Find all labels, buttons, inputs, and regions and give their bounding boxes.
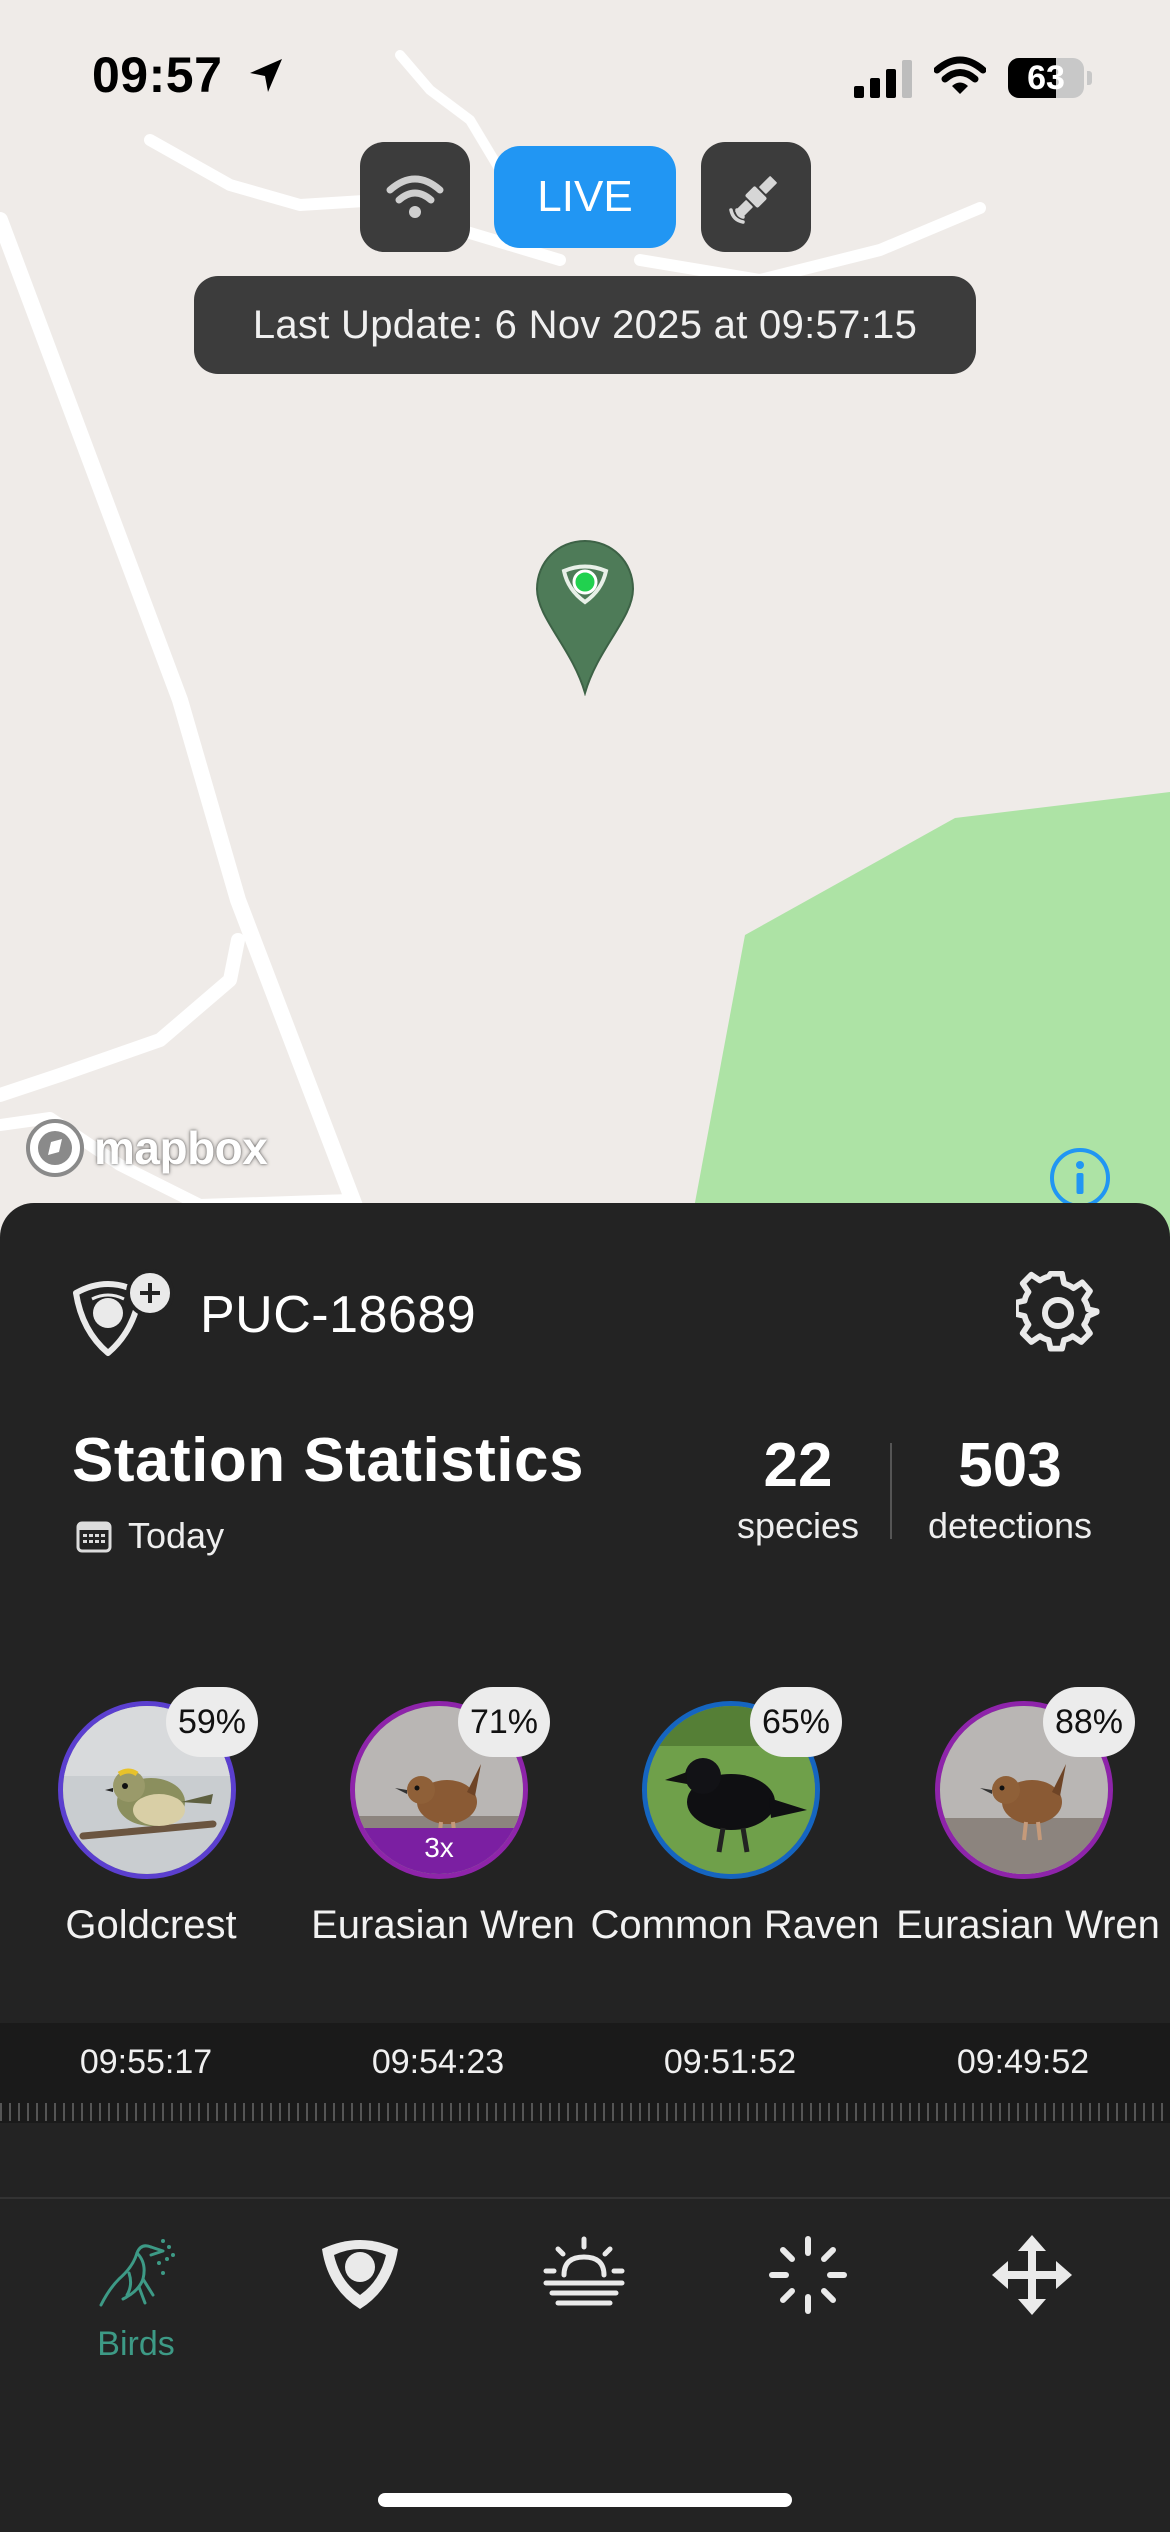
wifi-icon xyxy=(386,175,444,218)
tab-birds-label: Birds xyxy=(97,2325,175,2363)
calendar-icon xyxy=(76,1521,112,1553)
last-update-banner: Last Update: 6 Nov 2025 at 09:57:15 xyxy=(194,276,976,374)
live-mode-button[interactable]: LIVE xyxy=(494,146,676,248)
wifi-icon xyxy=(934,56,986,94)
detection-time: 09:54:23 xyxy=(371,2043,505,2081)
stat-divider xyxy=(890,1443,892,1539)
species-name: Eurasian Wren xyxy=(896,1903,1160,1947)
detections-stat: 503 detections xyxy=(908,1431,1112,1547)
station-icon xyxy=(322,2240,398,2309)
detection-time: 09:49:52 xyxy=(956,2043,1090,2081)
station-sheet: PUC-18689 Station Statistics Today 22 sp… xyxy=(0,1203,1170,2532)
satellite-icon xyxy=(729,176,777,224)
map-view[interactable]: 09:57 63 LIVE Last Update: 6 Nov 2025 at… xyxy=(0,0,1170,1240)
move-arrows-icon xyxy=(992,2235,1072,2315)
species-label: species xyxy=(736,1505,860,1546)
loading-activity-icon xyxy=(769,2236,847,2314)
station-add-icon[interactable] xyxy=(70,1269,174,1365)
tab-activity[interactable] xyxy=(728,2233,888,2403)
sunrise-icon xyxy=(543,2236,625,2306)
mapbox-wordmark: mapbox xyxy=(94,1122,268,1174)
detection-time: 09:55:17 xyxy=(79,2043,213,2081)
station-header: PUC-18689 xyxy=(70,1261,1110,1371)
species-name: Common Raven xyxy=(590,1903,880,1947)
detection-count-badge: 3x xyxy=(355,1828,523,1874)
detection-timeline[interactable]: 09:55:17 09:54:23 09:51:52 09:49:52 xyxy=(0,2023,1170,2123)
confidence-badge: 71% xyxy=(458,1687,550,1757)
detections-count: 503 xyxy=(958,1431,1062,1500)
mapbox-icon xyxy=(26,1119,84,1177)
side-road xyxy=(0,933,245,1102)
cellular-signal-icon xyxy=(854,60,912,98)
confidence-badge: 88% xyxy=(1043,1687,1135,1757)
species-name: Goldcrest xyxy=(65,1903,237,1947)
confidence-badge: 59% xyxy=(166,1687,258,1757)
status-time: 09:57 xyxy=(92,47,223,103)
tab-birds[interactable]: Birds xyxy=(56,2233,216,2403)
wifi-mode-button[interactable] xyxy=(360,142,470,252)
station-name: PUC-18689 xyxy=(200,1286,477,1344)
species-count: 22 xyxy=(763,1431,833,1500)
battery-percent: 63 xyxy=(1027,59,1065,97)
tab-move[interactable] xyxy=(952,2233,1112,2403)
mapbox-logo[interactable]: mapbox xyxy=(24,1116,268,1180)
station-map-pin[interactable] xyxy=(534,538,636,696)
tab-sunrise[interactable] xyxy=(504,2233,664,2403)
map-info-button[interactable] xyxy=(1048,1146,1112,1210)
species-name: Eurasian Wren xyxy=(311,1903,575,1947)
detections-label: detections xyxy=(927,1505,1093,1546)
home-indicator xyxy=(378,2493,792,2507)
satellite-mode-button[interactable] xyxy=(701,142,811,252)
period-selector[interactable]: Today xyxy=(128,1515,224,1557)
gear-icon[interactable] xyxy=(1016,1271,1100,1355)
stats-title: Station Statistics xyxy=(72,1426,584,1495)
status-bar: 09:57 63 xyxy=(0,0,1170,150)
tab-station[interactable] xyxy=(280,2233,440,2403)
battery-indicator: 63 xyxy=(1008,58,1092,98)
bird-icon xyxy=(99,2239,175,2307)
detection-time: 09:51:52 xyxy=(663,2043,797,2081)
location-arrow-icon xyxy=(250,59,282,92)
timeline-ticks xyxy=(0,2103,1170,2121)
confidence-badge: 65% xyxy=(750,1687,842,1757)
species-stat: 22 species xyxy=(720,1431,876,1547)
tab-bar-divider xyxy=(0,2197,1170,2199)
